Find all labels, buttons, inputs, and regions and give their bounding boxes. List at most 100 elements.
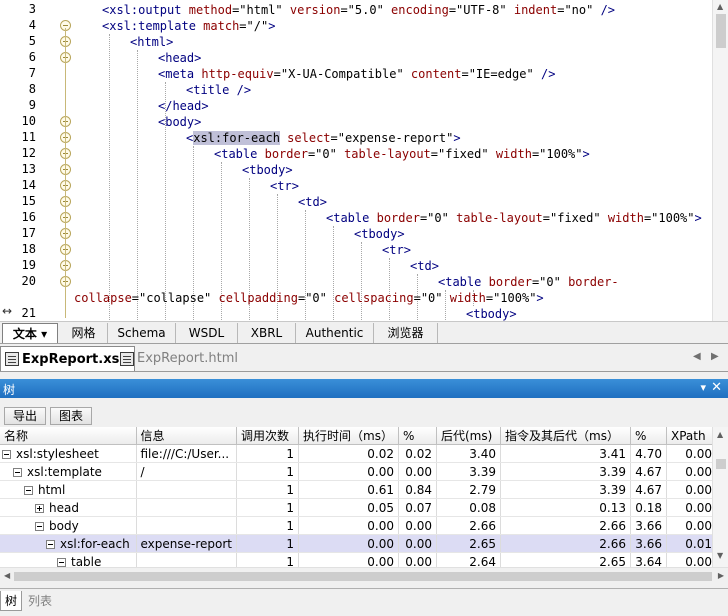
code-line[interactable]: <body> bbox=[158, 114, 201, 130]
line-number: 17 bbox=[21, 226, 36, 240]
code-editor[interactable]: 3 4 5 6 7 8 9 10 11 12 13 14 15 16 17 18 19 20 21 <xsl:out… bbox=[0, 0, 728, 322]
code-line[interactable]: <table border="0" table-layout="fixed" w… bbox=[214, 146, 590, 162]
tab-wsdl[interactable]: WSDL bbox=[176, 323, 238, 343]
code-line[interactable]: <html> bbox=[130, 34, 173, 50]
collapse-icon[interactable] bbox=[24, 485, 33, 495]
scroll-right-icon[interactable]: ▶ bbox=[718, 571, 724, 580]
scroll-left-icon[interactable]: ◀ bbox=[4, 571, 10, 580]
table-vertical-scrollbar[interactable]: ▲ ▼ bbox=[712, 427, 728, 567]
calls-cell: 1 bbox=[236, 462, 299, 481]
code-line[interactable]: collapse="collapse" cellpadding="0" cell… bbox=[74, 290, 544, 306]
code-token: td bbox=[417, 259, 432, 273]
tab-grid[interactable]: 网格 bbox=[60, 323, 108, 343]
split-handle-icon[interactable]: ↔ bbox=[2, 304, 12, 318]
tab-scroll-right-icon[interactable]: ▶ bbox=[711, 351, 719, 362]
collapse-icon[interactable] bbox=[13, 467, 22, 477]
tab-text[interactable]: 文本 ▾ bbox=[2, 323, 58, 343]
code-line[interactable]: <table border="0" table-layout="fixed" w… bbox=[326, 210, 702, 226]
scroll-down-icon[interactable]: ▼ bbox=[717, 551, 723, 560]
collapse-icon[interactable] bbox=[57, 557, 66, 567]
code-token: table bbox=[445, 275, 482, 289]
table-row[interactable]: body 1 0.00 0.00 2.66 2.66 3.66 0.00 bbox=[0, 516, 717, 535]
line-number: 13 bbox=[21, 162, 36, 176]
table-row[interactable]: table 1 0.00 0.00 2.64 2.65 3.64 0.00 bbox=[0, 552, 717, 567]
code-line[interactable]: <tbody> bbox=[354, 226, 405, 242]
chart-button[interactable]: 图表 bbox=[50, 407, 93, 425]
table-row[interactable]: html 1 0.61 0.84 2.79 3.39 4.67 0.00 bbox=[0, 480, 717, 499]
code-line[interactable]: <head> bbox=[158, 50, 201, 66]
code-line[interactable]: </head> bbox=[158, 98, 209, 114]
tab-schema[interactable]: Schema bbox=[108, 323, 176, 343]
code-line[interactable]: <tbody> bbox=[466, 306, 517, 321]
name-cell: xsl:stylesheet bbox=[0, 444, 137, 463]
col-header-name[interactable]: 名称 bbox=[0, 427, 137, 445]
name-cell: html bbox=[0, 480, 137, 499]
code-line[interactable]: <td> bbox=[410, 258, 439, 274]
code-line[interactable]: <tr> bbox=[382, 242, 411, 258]
collapse-icon[interactable] bbox=[2, 449, 11, 459]
collapse-icon[interactable] bbox=[46, 539, 55, 549]
code-line[interactable]: <xsl:for-each select="expense-report"> bbox=[186, 130, 461, 146]
panel-menu-icon[interactable]: ▾ bbox=[700, 381, 706, 394]
code-token: ="0" bbox=[297, 291, 335, 305]
tab-scroll-left-icon[interactable]: ◀ bbox=[693, 351, 701, 362]
col-header-xpath[interactable]: XPath bbox=[666, 427, 717, 445]
table-row[interactable]: xsl:for-each expense-report 1 0.00 0.00 2.65 2… bbox=[0, 534, 717, 553]
code-line[interactable]: <tbody> bbox=[242, 162, 293, 178]
file-tab-xslt[interactable]: ExpReport.xslt bbox=[0, 346, 135, 371]
expand-icon[interactable] bbox=[35, 503, 44, 513]
code-line[interactable]: <table border="0" border- bbox=[438, 274, 619, 290]
profiler-tree-table[interactable]: 名称 信息 调用次数 执行时间（ms） % 后代(ms) 指令及其后代（ms） … bbox=[0, 427, 728, 567]
scroll-thumb[interactable] bbox=[14, 572, 712, 581]
code-token: ="IE=edge" bbox=[461, 67, 541, 81]
code-area[interactable]: <xsl:output method="html" version="5.0" … bbox=[72, 0, 712, 321]
code-token: tr bbox=[277, 179, 292, 193]
tab-authentic[interactable]: Authentic bbox=[296, 323, 374, 343]
code-line[interactable]: <meta http-equiv="X-UA-Compatible" conte… bbox=[158, 66, 555, 82]
bottom-tabs: 树 列表 bbox=[0, 588, 728, 616]
exec-cell: 0.00 bbox=[298, 462, 399, 481]
calls-cell: 1 bbox=[236, 480, 299, 499]
col-header-descendants[interactable]: 后代(ms) bbox=[436, 427, 501, 445]
code-token: version bbox=[289, 3, 341, 17]
col-header-percent2[interactable]: % bbox=[630, 427, 667, 445]
tab-xbrl[interactable]: XBRL bbox=[238, 323, 296, 343]
tab-tree[interactable]: 树 bbox=[0, 591, 23, 611]
calls-cell: 1 bbox=[236, 552, 299, 567]
col-header-exec-time[interactable]: 执行时间（ms） bbox=[298, 427, 399, 445]
editor-vertical-scrollbar[interactable]: ▲ bbox=[712, 0, 728, 321]
table-row[interactable]: head 1 0.05 0.07 0.08 0.13 0.18 0.00 bbox=[0, 498, 717, 517]
tab-list[interactable]: 列表 bbox=[24, 591, 56, 611]
code-line[interactable]: <xsl:output method="html" version="5.0" … bbox=[102, 2, 615, 18]
scroll-up-icon[interactable]: ▲ bbox=[717, 430, 723, 439]
col-header-calls[interactable]: 调用次数 bbox=[236, 427, 299, 445]
scroll-thumb[interactable] bbox=[716, 14, 726, 48]
code-line[interactable]: <tr> bbox=[270, 178, 299, 194]
col-header-percent[interactable]: % bbox=[398, 427, 437, 445]
pct-cell: 0.00 bbox=[398, 516, 437, 535]
code-line[interactable]: <xsl:template match="/"> bbox=[102, 18, 275, 34]
scroll-thumb[interactable] bbox=[716, 459, 726, 469]
close-icon[interactable]: ✕ bbox=[711, 380, 722, 395]
code-token: head bbox=[165, 51, 195, 65]
code-line[interactable]: <title /> bbox=[186, 82, 251, 98]
calls-cell: 1 bbox=[236, 534, 299, 553]
calls-cell: 1 bbox=[236, 444, 299, 463]
collapse-icon[interactable] bbox=[35, 521, 44, 531]
file-tab-html[interactable]: ExpReport.html bbox=[116, 346, 242, 371]
col-header-info[interactable]: 信息 bbox=[136, 427, 237, 445]
exec-cell: 0.61 bbox=[298, 480, 399, 499]
code-token: > bbox=[166, 35, 174, 49]
col-header-instr-desc[interactable]: 指令及其后代（ms） bbox=[500, 427, 631, 445]
scroll-up-icon[interactable]: ▲ bbox=[717, 2, 723, 11]
code-line[interactable]: <td> bbox=[298, 194, 327, 210]
desc-cell: 0.08 bbox=[436, 498, 501, 517]
code-token: > bbox=[201, 99, 209, 113]
table-row[interactable]: xsl:template/1 0.00 0.00 3.39 3.39 4.67 0.00 bbox=[0, 462, 717, 481]
export-button[interactable]: 导出 bbox=[4, 407, 47, 425]
desc-cell: 2.79 bbox=[436, 480, 501, 499]
table-horizontal-scrollbar[interactable]: ◀ ▶ bbox=[0, 567, 728, 584]
table-row[interactable]: xsl:stylesheet file:///C:/User... 1 0.02 0.0… bbox=[0, 444, 717, 463]
code-token: width bbox=[607, 211, 644, 225]
tab-browser[interactable]: 浏览器 bbox=[374, 323, 438, 343]
